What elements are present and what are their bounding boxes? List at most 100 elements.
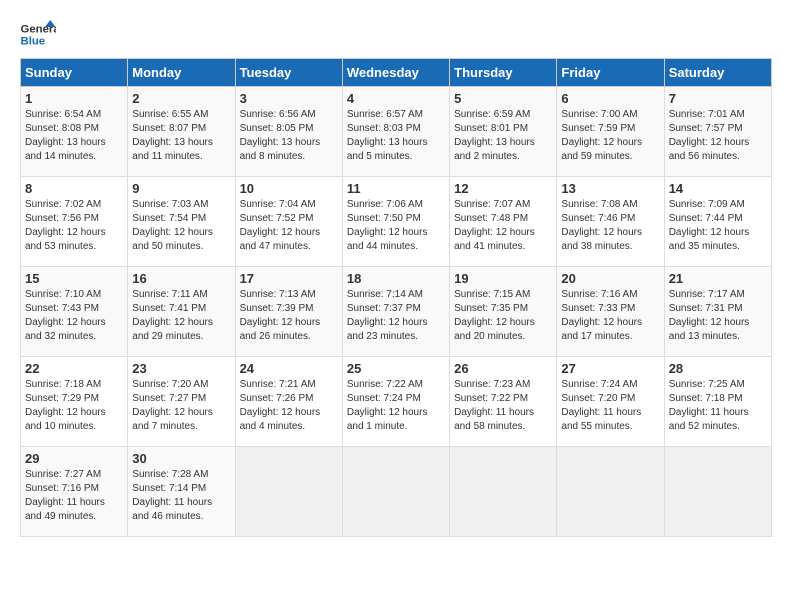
calendar-cell: 2Sunrise: 6:55 AMSunset: 8:07 PMDaylight… (128, 87, 235, 177)
day-number: 15 (25, 271, 123, 286)
sunrise-label: Sunrise: 6:59 AM (454, 109, 530, 120)
sunrise-label: Sunrise: 7:23 AM (454, 379, 530, 390)
sunrise-label: Sunrise: 7:11 AM (132, 289, 207, 300)
day-of-week-header: Tuesday (235, 59, 342, 87)
sunset-label: Sunset: 7:54 PM (132, 213, 206, 224)
day-of-week-header: Sunday (21, 59, 128, 87)
sunrise-label: Sunrise: 7:21 AM (240, 379, 316, 390)
daylight-label: Daylight: 13 hours and 11 minutes. (132, 137, 213, 162)
sunrise-label: Sunrise: 7:10 AM (25, 289, 101, 300)
sunset-label: Sunset: 7:46 PM (561, 213, 635, 224)
calendar-cell: 4Sunrise: 6:57 AMSunset: 8:03 PMDaylight… (342, 87, 449, 177)
calendar-cell: 3 Sunrise: 6:56 AM Sunset: 8:05 PM Daylight… (235, 87, 342, 177)
sunset-label: Sunset: 7:24 PM (347, 393, 421, 404)
sunrise-label: Sunrise: 7:02 AM (25, 199, 101, 210)
logo-icon: General Blue (20, 20, 56, 48)
day-of-week-header: Wednesday (342, 59, 449, 87)
sunrise-label: Sunrise: 7:00 AM (561, 109, 637, 120)
sunrise-label: Sunrise: 7:08 AM (561, 199, 637, 210)
day-number: 14 (669, 181, 767, 196)
day-number: 8 (25, 181, 123, 196)
calendar-cell: 20Sunrise: 7:16 AMSunset: 7:33 PMDayligh… (557, 267, 664, 357)
calendar-cell (450, 447, 557, 537)
sunset-label: Sunset: 7:14 PM (132, 483, 206, 494)
day-number: 20 (561, 271, 659, 286)
day-number: 11 (347, 181, 445, 196)
day-number: 17 (240, 271, 338, 286)
day-number: 2 (132, 91, 230, 106)
daylight-label: Daylight: 12 hours and 56 minutes. (669, 137, 750, 162)
daylight-label: Daylight: 13 hours and 5 minutes. (347, 137, 428, 162)
sunrise-label: Sunrise: 7:22 AM (347, 379, 423, 390)
calendar-cell: 21Sunrise: 7:17 AMSunset: 7:31 PMDayligh… (664, 267, 771, 357)
day-number: 5 (454, 91, 552, 106)
calendar-cell: 29Sunrise: 7:27 AMSunset: 7:16 PMDayligh… (21, 447, 128, 537)
day-number: 6 (561, 91, 659, 106)
sunset-label: Sunset: 7:44 PM (669, 213, 743, 224)
calendar-cell: 26Sunrise: 7:23 AMSunset: 7:22 PMDayligh… (450, 357, 557, 447)
day-number: 27 (561, 361, 659, 376)
day-number: 22 (25, 361, 123, 376)
calendar-cell (557, 447, 664, 537)
sunrise-label: Sunrise: 6:56 AM (240, 109, 316, 120)
daylight-label: Daylight: 12 hours and 10 minutes. (25, 407, 106, 432)
daylight-label: Daylight: 12 hours and 44 minutes. (347, 227, 428, 252)
sunset-label: Sunset: 7:37 PM (347, 303, 421, 314)
daylight-label: Daylight: 12 hours and 50 minutes. (132, 227, 213, 252)
daylight-label: Daylight: 12 hours and 53 minutes. (25, 227, 106, 252)
sunset-label: Sunset: 8:07 PM (132, 123, 206, 134)
calendar-week-row: 22Sunrise: 7:18 AMSunset: 7:29 PMDayligh… (21, 357, 772, 447)
day-of-week-header: Friday (557, 59, 664, 87)
calendar-cell: 25Sunrise: 7:22 AMSunset: 7:24 PMDayligh… (342, 357, 449, 447)
daylight-label: Daylight: 12 hours and 47 minutes. (240, 227, 321, 252)
sunrise-label: Sunrise: 7:13 AM (240, 289, 316, 300)
calendar-cell: 28Sunrise: 7:25 AMSunset: 7:18 PMDayligh… (664, 357, 771, 447)
sunrise-label: Sunrise: 7:04 AM (240, 199, 316, 210)
daylight-label: Daylight: 12 hours and 35 minutes. (669, 227, 750, 252)
sunset-label: Sunset: 7:59 PM (561, 123, 635, 134)
sunrise-label: Sunrise: 7:07 AM (454, 199, 530, 210)
sunset-label: Sunset: 7:20 PM (561, 393, 635, 404)
daylight-label: Daylight: 12 hours and 41 minutes. (454, 227, 535, 252)
calendar-cell: 1Sunrise: 6:54 AMSunset: 8:08 PMDaylight… (21, 87, 128, 177)
day-number: 16 (132, 271, 230, 286)
sunset-label: Sunset: 8:05 PM (240, 123, 314, 134)
daylight-label: Daylight: 11 hours and 52 minutes. (669, 407, 749, 432)
sunset-label: Sunset: 8:01 PM (454, 123, 528, 134)
daylight-label: Daylight: 13 hours and 14 minutes. (25, 137, 106, 162)
daylight-label: Daylight: 13 hours and 8 minutes. (240, 137, 321, 162)
daylight-label: Daylight: 12 hours and 7 minutes. (132, 407, 213, 432)
sunrise-label: Sunrise: 7:03 AM (132, 199, 208, 210)
calendar-cell: 14Sunrise: 7:09 AMSunset: 7:44 PMDayligh… (664, 177, 771, 267)
daylight-label: Daylight: 12 hours and 32 minutes. (25, 317, 106, 342)
sunset-label: Sunset: 7:41 PM (132, 303, 206, 314)
calendar-cell: 13Sunrise: 7:08 AMSunset: 7:46 PMDayligh… (557, 177, 664, 267)
sunset-label: Sunset: 7:18 PM (669, 393, 743, 404)
day-number: 10 (240, 181, 338, 196)
sunrise-label: Sunrise: 6:54 AM (25, 109, 101, 120)
day-number: 21 (669, 271, 767, 286)
calendar-cell: 22Sunrise: 7:18 AMSunset: 7:29 PMDayligh… (21, 357, 128, 447)
sunset-label: Sunset: 7:26 PM (240, 393, 314, 404)
day-number: 3 (240, 91, 338, 106)
day-of-week-header: Thursday (450, 59, 557, 87)
day-number: 28 (669, 361, 767, 376)
daylight-label: Daylight: 11 hours and 49 minutes. (25, 497, 105, 522)
calendar-cell: 9Sunrise: 7:03 AMSunset: 7:54 PMDaylight… (128, 177, 235, 267)
calendar-cell: 24Sunrise: 7:21 AMSunset: 7:26 PMDayligh… (235, 357, 342, 447)
calendar-cell: 27Sunrise: 7:24 AMSunset: 7:20 PMDayligh… (557, 357, 664, 447)
calendar-week-row: 15Sunrise: 7:10 AMSunset: 7:43 PMDayligh… (21, 267, 772, 357)
calendar-cell: 8Sunrise: 7:02 AMSunset: 7:56 PMDaylight… (21, 177, 128, 267)
calendar-cell: 11Sunrise: 7:06 AMSunset: 7:50 PMDayligh… (342, 177, 449, 267)
calendar-cell: 6Sunrise: 7:00 AMSunset: 7:59 PMDaylight… (557, 87, 664, 177)
daylight-label: Daylight: 11 hours and 58 minutes. (454, 407, 534, 432)
sunrise-label: Sunrise: 7:16 AM (561, 289, 637, 300)
calendar-cell (342, 447, 449, 537)
calendar-cell: 17Sunrise: 7:13 AMSunset: 7:39 PMDayligh… (235, 267, 342, 357)
sunset-label: Sunset: 7:39 PM (240, 303, 314, 314)
calendar-week-row: 1Sunrise: 6:54 AMSunset: 8:08 PMDaylight… (21, 87, 772, 177)
calendar-cell (664, 447, 771, 537)
calendar-cell: 10Sunrise: 7:04 AMSunset: 7:52 PMDayligh… (235, 177, 342, 267)
day-number: 7 (669, 91, 767, 106)
daylight-label: Daylight: 13 hours and 2 minutes. (454, 137, 535, 162)
